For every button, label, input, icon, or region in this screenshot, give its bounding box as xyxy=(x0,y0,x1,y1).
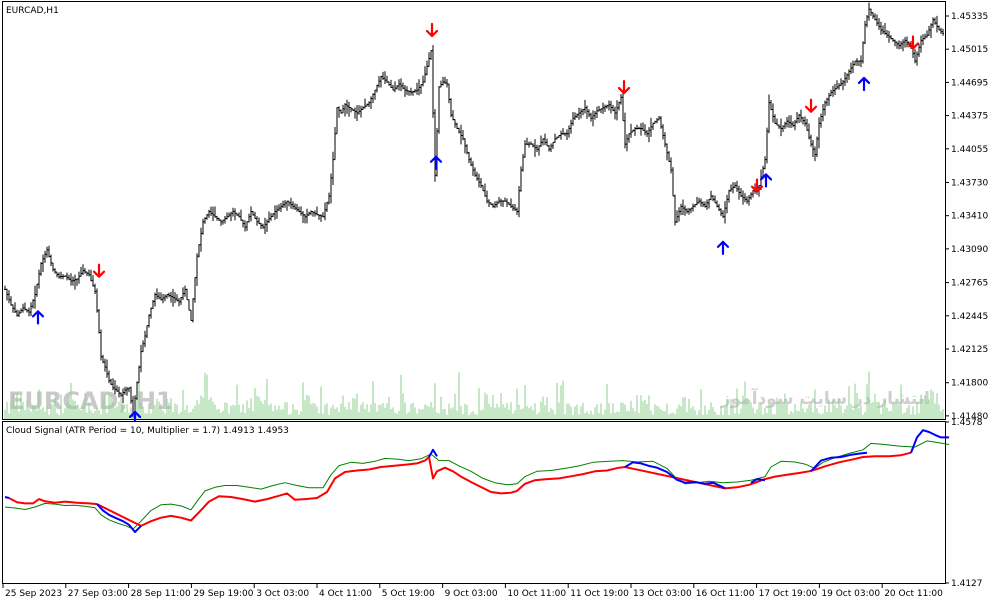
price-tick-label: 1.44055 xyxy=(951,145,988,155)
time-tick-label: 11 Oct 19:00 xyxy=(570,589,629,599)
time-tick-label: 13 Oct 03:00 xyxy=(633,589,692,599)
price-tick-label: 1.45015 xyxy=(951,45,988,55)
price-tick-label: 1.43410 xyxy=(951,212,988,222)
time-tick-label: 28 Sep 11:00 xyxy=(131,589,191,599)
time-tick-label: 25 Sep 2023 xyxy=(5,589,62,599)
price-tick-label: 1.41800 xyxy=(951,379,988,389)
price-tick-label: 1.42125 xyxy=(951,345,988,355)
indicator-tick-label: 1.4127 xyxy=(951,579,983,589)
main-chart-title: EURCAD,H1 xyxy=(6,6,59,16)
price-tick-label: 1.45335 xyxy=(951,12,988,22)
indicator-tick-label: 1.4578 xyxy=(951,418,983,428)
time-tick-label: 27 Sep 03:00 xyxy=(68,589,128,599)
price-tick-label: 1.43090 xyxy=(951,245,988,255)
price-tick-label: 1.44695 xyxy=(951,78,988,88)
price-tick-label: 1.44375 xyxy=(951,112,988,122)
time-tick-label: 19 Oct 03:00 xyxy=(821,589,880,599)
time-tick-label: 5 Oct 19:00 xyxy=(382,589,435,599)
time-tick-label: 29 Sep 19:00 xyxy=(193,589,253,599)
time-tick-label: 3 Oct 03:00 xyxy=(256,589,309,599)
chart-canvas: EURCAD, H1 انتشار در سایت سودآموز EURCAD… xyxy=(0,0,991,605)
price-tick-label: 1.43730 xyxy=(951,178,988,188)
indicator-title: Cloud Signal (ATR Period = 10, Multiplie… xyxy=(6,426,289,436)
time-tick-label: 10 Oct 11:00 xyxy=(507,589,566,599)
time-tick-label: 4 Oct 11:00 xyxy=(319,589,372,599)
price-tick-label: 1.42765 xyxy=(951,279,988,289)
time-tick-label: 9 Oct 03:00 xyxy=(445,589,498,599)
price-tick-label: 1.42445 xyxy=(951,312,988,322)
time-tick-label: 16 Oct 11:00 xyxy=(696,589,755,599)
price-pane-frame xyxy=(2,1,946,420)
indicator-series-2 xyxy=(4,496,10,499)
time-tick-label: 17 Oct 19:00 xyxy=(759,589,818,599)
indicator-pane-frame xyxy=(2,421,946,584)
time-tick-label: 20 Oct 11:00 xyxy=(884,589,943,599)
